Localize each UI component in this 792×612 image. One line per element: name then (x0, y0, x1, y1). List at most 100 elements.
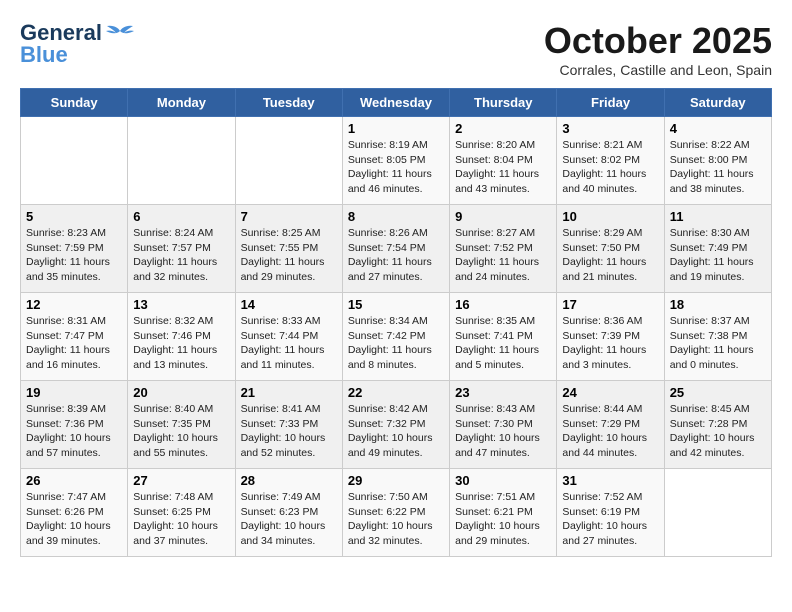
day-info: Sunrise: 8:42 AM Sunset: 7:32 PM Dayligh… (348, 402, 444, 461)
weekday-header-tuesday: Tuesday (235, 89, 342, 117)
day-number: 9 (455, 209, 551, 224)
calendar-week-5: 26Sunrise: 7:47 AM Sunset: 6:26 PM Dayli… (21, 469, 772, 557)
day-info: Sunrise: 8:23 AM Sunset: 7:59 PM Dayligh… (26, 226, 122, 285)
day-number: 21 (241, 385, 337, 400)
weekday-header-saturday: Saturday (664, 89, 771, 117)
calendar-cell: 24 Sunrise: 8:44 AM Sunset: 7:29 PM Dayli… (557, 381, 664, 469)
day-number: 27 (133, 473, 229, 488)
day-info: Sunrise: 8:25 AM Sunset: 7:55 PM Dayligh… (241, 226, 337, 285)
calendar-cell: 26Sunrise: 7:47 AM Sunset: 6:26 PM Dayli… (21, 469, 128, 557)
day-number: 31 (562, 473, 658, 488)
day-info: Sunrise: 8:22 AM Sunset: 8:00 PM Dayligh… (670, 138, 766, 197)
day-info: Sunrise: 8:36 AM Sunset: 7:39 PM Dayligh… (562, 314, 658, 373)
weekday-header-thursday: Thursday (450, 89, 557, 117)
day-number: 14 (241, 297, 337, 312)
day-info: Sunrise: 8:21 AM Sunset: 8:02 PM Dayligh… (562, 138, 658, 197)
day-number: 7 (241, 209, 337, 224)
calendar-cell (664, 469, 771, 557)
calendar-cell: 13Sunrise: 8:32 AM Sunset: 7:46 PM Dayli… (128, 293, 235, 381)
day-info: Sunrise: 8:41 AM Sunset: 7:33 PM Dayligh… (241, 402, 337, 461)
weekday-header-monday: Monday (128, 89, 235, 117)
day-number: 10 (562, 209, 658, 224)
day-number: 4 (670, 121, 766, 136)
calendar-cell: 7 Sunrise: 8:25 AM Sunset: 7:55 PM Daylig… (235, 205, 342, 293)
day-number: 16 (455, 297, 551, 312)
day-number: 19 (26, 385, 122, 400)
day-info: Sunrise: 7:48 AM Sunset: 6:25 PM Dayligh… (133, 490, 229, 549)
day-number: 3 (562, 121, 658, 136)
calendar-cell: 4 Sunrise: 8:22 AM Sunset: 8:00 PM Daylig… (664, 117, 771, 205)
day-info: Sunrise: 8:39 AM Sunset: 7:36 PM Dayligh… (26, 402, 122, 461)
calendar-cell: 21 Sunrise: 8:41 AM Sunset: 7:33 PM Dayli… (235, 381, 342, 469)
calendar-cell: 3 Sunrise: 8:21 AM Sunset: 8:02 PM Daylig… (557, 117, 664, 205)
calendar-week-2: 5 Sunrise: 8:23 AM Sunset: 7:59 PM Daylig… (21, 205, 772, 293)
logo: General Blue (20, 20, 134, 68)
day-number: 17 (562, 297, 658, 312)
day-number: 12 (26, 297, 122, 312)
day-number: 25 (670, 385, 766, 400)
calendar-cell: 23 Sunrise: 8:43 AM Sunset: 7:30 PM Dayli… (450, 381, 557, 469)
calendar-cell: 16 Sunrise: 8:35 AM Sunset: 7:41 PM Dayli… (450, 293, 557, 381)
weekday-header-row: SundayMondayTuesdayWednesdayThursdayFrid… (21, 89, 772, 117)
day-number: 15 (348, 297, 444, 312)
month-title: October 2025 (544, 20, 772, 62)
calendar-cell: 12 Sunrise: 8:31 AM Sunset: 7:47 PM Dayli… (21, 293, 128, 381)
calendar-week-3: 12 Sunrise: 8:31 AM Sunset: 7:47 PM Dayli… (21, 293, 772, 381)
day-number: 5 (26, 209, 122, 224)
day-info: Sunrise: 8:31 AM Sunset: 7:47 PM Dayligh… (26, 314, 122, 373)
calendar-cell: 29 Sunrise: 7:50 AM Sunset: 6:22 PM Dayli… (342, 469, 449, 557)
calendar-cell: 31Sunrise: 7:52 AM Sunset: 6:19 PM Dayli… (557, 469, 664, 557)
calendar-table: SundayMondayTuesdayWednesdayThursdayFrid… (20, 88, 772, 557)
calendar-cell (21, 117, 128, 205)
day-number: 18 (670, 297, 766, 312)
weekday-header-wednesday: Wednesday (342, 89, 449, 117)
page-header: General Blue October 2025 Corrales, Cast… (20, 20, 772, 78)
calendar-cell: 9Sunrise: 8:27 AM Sunset: 7:52 PM Daylig… (450, 205, 557, 293)
title-section: October 2025 Corrales, Castille and Leon… (544, 20, 772, 78)
day-info: Sunrise: 8:26 AM Sunset: 7:54 PM Dayligh… (348, 226, 444, 285)
day-info: Sunrise: 8:43 AM Sunset: 7:30 PM Dayligh… (455, 402, 551, 461)
day-number: 28 (241, 473, 337, 488)
day-info: Sunrise: 8:35 AM Sunset: 7:41 PM Dayligh… (455, 314, 551, 373)
day-info: Sunrise: 7:51 AM Sunset: 6:21 PM Dayligh… (455, 490, 551, 549)
day-info: Sunrise: 8:34 AM Sunset: 7:42 PM Dayligh… (348, 314, 444, 373)
day-number: 24 (562, 385, 658, 400)
day-number: 26 (26, 473, 122, 488)
calendar-cell: 18 Sunrise: 8:37 AM Sunset: 7:38 PM Dayli… (664, 293, 771, 381)
day-info: Sunrise: 8:44 AM Sunset: 7:29 PM Dayligh… (562, 402, 658, 461)
calendar-cell: 19 Sunrise: 8:39 AM Sunset: 7:36 PM Dayli… (21, 381, 128, 469)
calendar-cell: 8 Sunrise: 8:26 AM Sunset: 7:54 PM Daylig… (342, 205, 449, 293)
day-number: 20 (133, 385, 229, 400)
location-subtitle: Corrales, Castille and Leon, Spain (544, 62, 772, 78)
day-info: Sunrise: 8:24 AM Sunset: 7:57 PM Dayligh… (133, 226, 229, 285)
weekday-header-friday: Friday (557, 89, 664, 117)
day-number: 8 (348, 209, 444, 224)
calendar-cell: 5 Sunrise: 8:23 AM Sunset: 7:59 PM Daylig… (21, 205, 128, 293)
calendar-cell: 14 Sunrise: 8:33 AM Sunset: 7:44 PM Dayli… (235, 293, 342, 381)
day-number: 23 (455, 385, 551, 400)
calendar-cell: 22 Sunrise: 8:42 AM Sunset: 7:32 PM Dayli… (342, 381, 449, 469)
day-number: 30 (455, 473, 551, 488)
calendar-cell: 10 Sunrise: 8:29 AM Sunset: 7:50 PM Dayli… (557, 205, 664, 293)
calendar-cell: 17 Sunrise: 8:36 AM Sunset: 7:39 PM Dayli… (557, 293, 664, 381)
day-info: Sunrise: 8:19 AM Sunset: 8:05 PM Dayligh… (348, 138, 444, 197)
calendar-cell: 25 Sunrise: 8:45 AM Sunset: 7:28 PM Dayli… (664, 381, 771, 469)
calendar-week-4: 19 Sunrise: 8:39 AM Sunset: 7:36 PM Dayli… (21, 381, 772, 469)
calendar-cell: 2Sunrise: 8:20 AM Sunset: 8:04 PM Daylig… (450, 117, 557, 205)
calendar-cell: 20Sunrise: 8:40 AM Sunset: 7:35 PM Dayli… (128, 381, 235, 469)
day-info: Sunrise: 8:37 AM Sunset: 7:38 PM Dayligh… (670, 314, 766, 373)
day-info: Sunrise: 8:45 AM Sunset: 7:28 PM Dayligh… (670, 402, 766, 461)
day-number: 1 (348, 121, 444, 136)
calendar-week-1: 1 Sunrise: 8:19 AM Sunset: 8:05 PM Daylig… (21, 117, 772, 205)
calendar-cell: 27 Sunrise: 7:48 AM Sunset: 6:25 PM Dayli… (128, 469, 235, 557)
day-info: Sunrise: 8:30 AM Sunset: 7:49 PM Dayligh… (670, 226, 766, 285)
day-info: Sunrise: 7:50 AM Sunset: 6:22 PM Dayligh… (348, 490, 444, 549)
day-number: 29 (348, 473, 444, 488)
day-number: 22 (348, 385, 444, 400)
day-info: Sunrise: 8:29 AM Sunset: 7:50 PM Dayligh… (562, 226, 658, 285)
day-number: 6 (133, 209, 229, 224)
calendar-cell: 6 Sunrise: 8:24 AM Sunset: 7:57 PM Daylig… (128, 205, 235, 293)
day-number: 13 (133, 297, 229, 312)
day-number: 11 (670, 209, 766, 224)
day-info: Sunrise: 8:33 AM Sunset: 7:44 PM Dayligh… (241, 314, 337, 373)
